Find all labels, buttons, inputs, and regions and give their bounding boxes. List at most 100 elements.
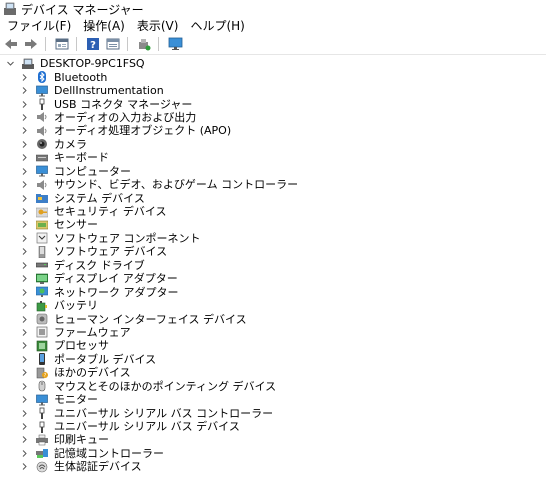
tree-item-label: ソフトウェア コンポーネント <box>54 231 201 245</box>
help-button[interactable]: ? <box>84 35 102 53</box>
chevron-right-icon[interactable] <box>20 382 29 391</box>
tree-item-label: USB コネクタ マネージャー <box>54 97 193 111</box>
menu-file[interactable]: ファイル(F) <box>0 18 77 34</box>
tree-item[interactable]: ネットワーク アダプター <box>0 285 546 299</box>
tree-item[interactable]: ユニバーサル シリアル バス デバイス <box>0 420 546 433</box>
chevron-right-icon[interactable] <box>20 194 29 203</box>
portable-icon <box>36 353 48 366</box>
tree-item[interactable]: ディスク ドライブ <box>0 259 546 272</box>
tree-item-label: システム デバイス <box>54 191 145 205</box>
chevron-right-icon[interactable] <box>20 355 29 364</box>
tree-item[interactable]: USB コネクタ マネージャー <box>0 97 546 111</box>
tree-item-label: モニター <box>54 393 98 407</box>
tree-item[interactable]: ヒューマン インターフェイス デバイス <box>0 312 546 326</box>
menu-action[interactable]: 操作(A) <box>77 18 131 34</box>
chevron-right-icon[interactable] <box>20 288 29 297</box>
key-icon <box>36 206 48 218</box>
tree-item[interactable]: ディスプレイ アダプター <box>0 272 546 285</box>
tree-item[interactable]: セキュリティ デバイス <box>0 205 546 218</box>
tree-item[interactable]: ユニバーサル シリアル バス コントローラー <box>0 406 546 420</box>
usb-icon <box>36 421 48 433</box>
battery-icon <box>36 300 48 312</box>
tree-item-label: バッテリ <box>54 299 98 313</box>
tree-item[interactable]: ソフトウェア デバイス <box>0 245 546 258</box>
tree-item[interactable]: モニター <box>0 393 546 406</box>
chevron-right-icon[interactable] <box>20 140 29 149</box>
chevron-right-icon[interactable] <box>20 435 29 444</box>
tree-item-label: ネットワーク アダプター <box>54 285 179 299</box>
tree-item[interactable]: ソフトウェア コンポーネント <box>0 232 546 245</box>
chevron-right-icon[interactable] <box>20 368 29 377</box>
menu-help[interactable]: ヘルプ(H) <box>184 18 250 34</box>
tree-item[interactable]: Bluetooth <box>0 70 546 84</box>
tree-item[interactable]: 記憶域コントローラー <box>0 447 546 460</box>
tree-item[interactable]: コンピューター <box>0 165 546 178</box>
toolbar-separator <box>158 37 159 51</box>
chevron-right-icon[interactable] <box>20 328 29 337</box>
view-icon <box>106 38 120 50</box>
chevron-down-icon[interactable] <box>6 59 15 68</box>
tree-item[interactable]: 生体認証デバイス <box>0 460 546 473</box>
tree-item[interactable]: プロセッサ <box>0 339 546 352</box>
disk-icon <box>36 259 48 271</box>
tree-item-label: コンピューター <box>54 164 131 178</box>
chevron-right-icon[interactable] <box>20 341 29 350</box>
tree-item-label: ディスプレイ アダプター <box>54 272 178 286</box>
chevron-right-icon[interactable] <box>20 449 29 458</box>
view-button[interactable] <box>104 35 122 53</box>
chevron-right-icon[interactable] <box>20 86 29 95</box>
mouse-icon <box>36 380 48 392</box>
properties-button[interactable] <box>53 35 71 53</box>
biometric-icon <box>36 461 48 473</box>
chevron-right-icon[interactable] <box>20 207 29 216</box>
tree-item[interactable]: バッテリ <box>0 299 546 312</box>
chevron-right-icon[interactable] <box>20 180 29 189</box>
chevron-right-icon[interactable] <box>20 167 29 176</box>
tree-item[interactable]: センサー <box>0 218 546 231</box>
properties-icon <box>55 38 69 50</box>
chevron-right-icon[interactable] <box>20 100 29 109</box>
chevron-right-icon[interactable] <box>20 422 29 431</box>
chevron-right-icon[interactable] <box>20 73 29 82</box>
tree-item[interactable]: オーディオ処理オブジェクト (APO) <box>0 124 546 137</box>
tree-item[interactable]: オーディオの入力および出力 <box>0 111 546 124</box>
tree-item[interactable]: ポータブル デバイス <box>0 353 546 366</box>
scan-hardware-button[interactable] <box>135 35 153 53</box>
monitor-icon <box>36 165 48 177</box>
tree-item[interactable]: 印刷キュー <box>0 433 546 446</box>
chevron-right-icon[interactable] <box>20 247 29 256</box>
forward-button[interactable] <box>22 35 40 53</box>
back-button[interactable] <box>2 35 20 53</box>
chevron-right-icon[interactable] <box>20 301 29 310</box>
tree-item[interactable]: システム デバイス <box>0 191 546 205</box>
tree-item[interactable]: カメラ <box>0 138 546 151</box>
chevron-right-icon[interactable] <box>20 126 29 135</box>
chevron-right-icon[interactable] <box>20 113 29 122</box>
chevron-right-icon[interactable] <box>20 395 29 404</box>
chevron-right-icon[interactable] <box>20 153 29 162</box>
camera-icon <box>36 138 48 150</box>
tree-item[interactable]: ? ほかのデバイス <box>0 366 546 379</box>
unknown-device-icon: ? <box>36 367 48 379</box>
menu-view[interactable]: 表示(V) <box>131 18 185 34</box>
toolbar-separator <box>76 37 77 51</box>
chevron-right-icon[interactable] <box>20 462 29 471</box>
tree-item[interactable]: サウンド、ビデオ、およびゲーム コントローラー <box>0 178 546 191</box>
chevron-right-icon[interactable] <box>20 234 29 243</box>
tree-item-label: 記憶域コントローラー <box>54 446 164 460</box>
monitor-icon <box>168 37 182 50</box>
tree-root[interactable]: DESKTOP-9PC1FSQ <box>0 57 546 70</box>
chevron-right-icon[interactable] <box>20 409 29 418</box>
chevron-right-icon[interactable] <box>20 261 29 270</box>
tree-item[interactable]: キーボード <box>0 151 546 164</box>
tree-item[interactable]: マウスとそのほかのポインティング デバイス <box>0 380 546 393</box>
sensor-icon <box>36 219 48 231</box>
monitor-button[interactable] <box>166 35 184 53</box>
chevron-right-icon[interactable] <box>20 274 29 283</box>
tree-item-label: ソフトウェア デバイス <box>54 245 168 259</box>
svg-text:?: ? <box>90 40 96 51</box>
chevron-right-icon[interactable] <box>20 220 29 229</box>
tree-item[interactable]: ファームウェア <box>0 326 546 339</box>
tree-item[interactable]: DellInstrumentation <box>0 84 546 97</box>
chevron-right-icon[interactable] <box>20 315 29 324</box>
